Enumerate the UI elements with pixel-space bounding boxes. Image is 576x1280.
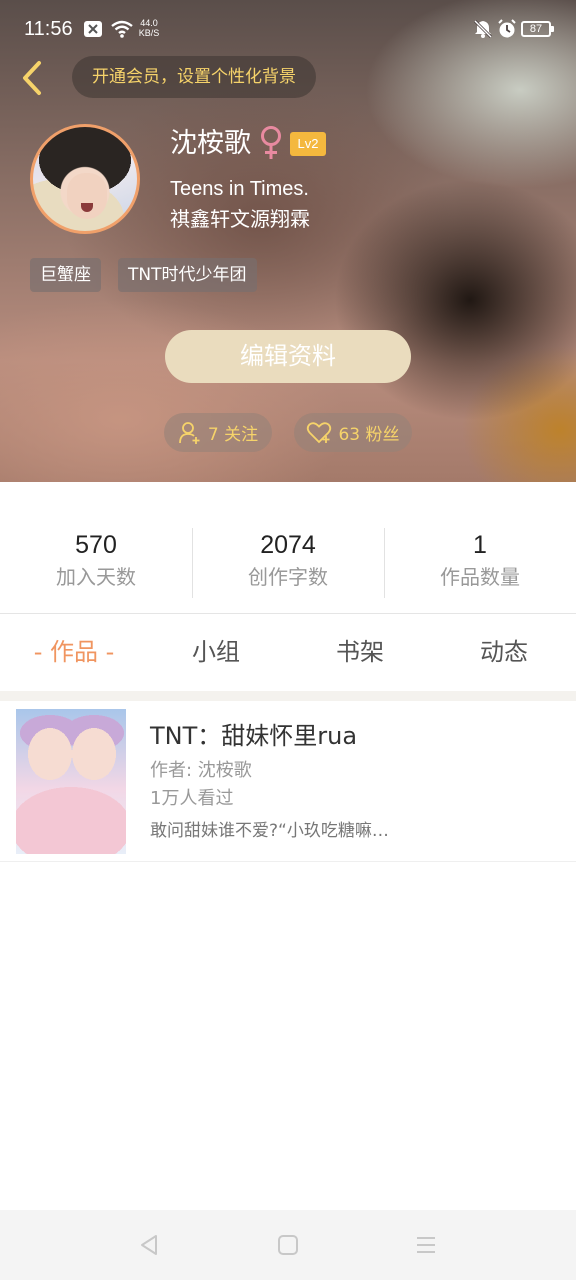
stat-works-count: 1 作品数量 <box>384 528 576 592</box>
tab-groups[interactable]: 小组 <box>148 614 284 691</box>
tag-zodiac: 巨蟹座 <box>30 258 101 292</box>
stat-label: 作品数量 <box>440 565 520 589</box>
work-cover-image[interactable] <box>16 709 126 854</box>
stat-label: 加入天数 <box>56 565 136 589</box>
nav-home-button[interactable] <box>273 1230 303 1260</box>
stat-value: 2074 <box>260 531 316 559</box>
network-speed-value: 44.0 <box>140 18 158 28</box>
list-separator <box>0 691 576 701</box>
mute-bell-icon <box>472 18 494 40</box>
profile-header: 11:56 44.0 KB/S 87 开通会员，设置个性化背景 沈桉歌 Lv2 … <box>0 0 576 482</box>
back-button[interactable] <box>12 56 52 100</box>
female-icon <box>261 126 281 159</box>
followers-button[interactable]: 63 粉丝 <box>294 413 412 452</box>
stat-words-written: 2074 创作字数 <box>192 528 384 592</box>
work-description: 敢问甜妹谁不爱?“小玖吃糖嘛… <box>150 821 389 841</box>
nav-back-button[interactable] <box>134 1230 164 1260</box>
following-button[interactable]: 7 关注 <box>164 413 272 452</box>
profile-tabs: - 作品 - 小组 书架 动态 <box>0 614 576 691</box>
network-speed: 44.0 KB/S <box>136 17 162 39</box>
edit-profile-button[interactable]: 编辑资料 <box>165 330 411 383</box>
status-bar: 11:56 44.0 KB/S 87 <box>0 0 576 58</box>
work-author: 作者: 沈桉歌 <box>150 760 252 781</box>
following-count: 7 关注 <box>207 425 259 445</box>
user-name: 沈桉歌 <box>170 128 251 159</box>
menu-lines-icon <box>417 1237 435 1253</box>
vip-background-banner[interactable]: 开通会员，设置个性化背景 <box>72 56 316 98</box>
chevron-left-icon <box>23 61 41 95</box>
work-card[interactable]: TNT：甜妹怀里rua 作者: 沈桉歌 1万人看过 敢问甜妹谁不爱?“小玖吃糖嘛… <box>8 701 568 861</box>
wifi-icon <box>110 18 134 40</box>
network-speed-unit: KB/S <box>138 28 160 38</box>
alarm-icon <box>496 18 518 40</box>
status-time: 11:56 <box>24 18 73 40</box>
system-nav-bar <box>0 1210 576 1280</box>
battery-indicator: 87 <box>520 18 554 40</box>
stat-label: 创作字数 <box>248 565 328 589</box>
message-notification-icon <box>82 18 104 40</box>
work-views: 1万人看过 <box>150 788 234 809</box>
stat-days-joined: 570 加入天数 <box>0 528 192 592</box>
bio-line-1: Teens in Times. <box>170 178 309 200</box>
heart-icon <box>307 421 332 443</box>
tag-group: TNT时代少年团 <box>118 258 257 292</box>
avatar-face <box>67 173 107 219</box>
square-home-icon <box>278 1235 298 1255</box>
followers-count: 63 粉丝 <box>338 425 400 445</box>
avatar[interactable] <box>30 124 140 234</box>
tab-works[interactable]: - 作品 - <box>0 614 148 691</box>
level-badge: Lv2 <box>290 132 326 156</box>
bio-line-2: 祺鑫轩文源翔霖 <box>170 207 310 231</box>
nav-menu-button[interactable] <box>411 1230 441 1260</box>
stat-value: 570 <box>75 531 117 559</box>
tab-bookshelf[interactable]: 书架 <box>292 614 428 691</box>
divider <box>0 861 576 862</box>
triangle-back-icon <box>141 1235 157 1255</box>
person-add-icon <box>178 421 200 444</box>
tab-activity[interactable]: 动态 <box>436 614 572 691</box>
stats-row: 570 加入天数 2074 创作字数 1 作品数量 <box>0 482 576 614</box>
stat-value: 1 <box>473 531 487 559</box>
work-title: TNT：甜妹怀里rua <box>150 722 358 750</box>
battery-level: 87 <box>521 21 554 37</box>
